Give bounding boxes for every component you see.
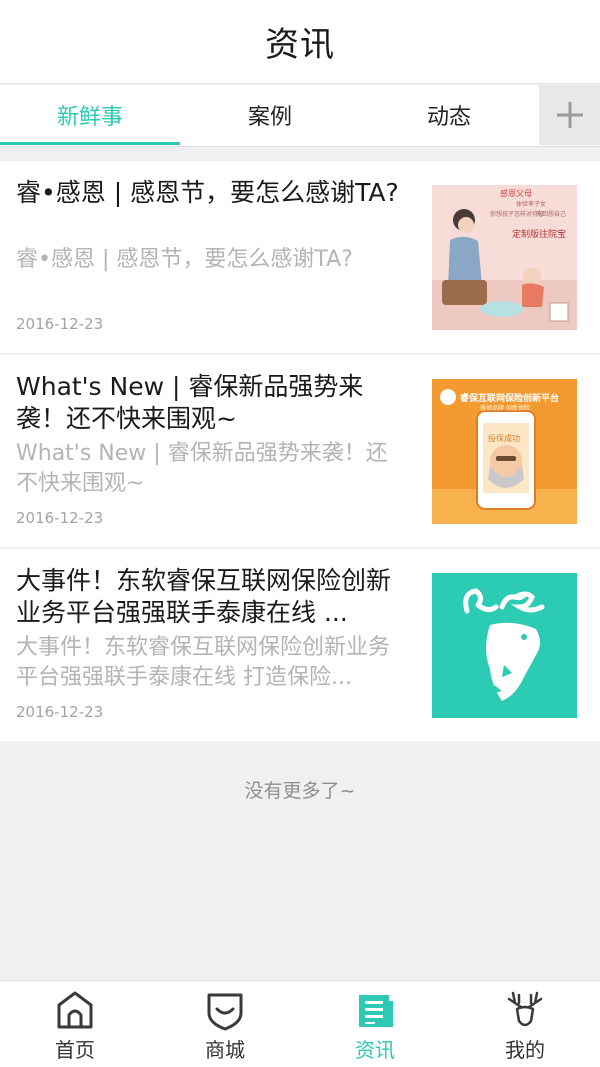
news-thumbnail <box>432 573 577 718</box>
page-header: 资讯 <box>0 0 600 84</box>
shield-icon <box>207 993 243 1031</box>
thumb-text-3: 投保成功 <box>488 434 520 443</box>
tab-updates[interactable]: 动态 <box>359 85 539 145</box>
news-item[interactable]: 大事件！东软睿保互联网保险创新业务平台强强联手泰康在线 ... 大事件！东软睿保… <box>0 549 600 741</box>
nav-mall[interactable]: 商城 <box>150 981 300 1067</box>
category-tabs: 新鲜事 案例 动态 <box>0 85 600 147</box>
home-icon <box>57 991 93 1029</box>
nav-mall-label: 商城 <box>205 1038 245 1062</box>
tab-news[interactable]: 新鲜事 <box>0 85 180 145</box>
news-date: 2016-12-23 <box>16 703 104 721</box>
no-more-text: 没有更多了~ <box>244 780 356 802</box>
news-icon <box>359 995 393 1027</box>
add-tab-button[interactable] <box>539 85 600 145</box>
nav-home[interactable]: 首页 <box>0 981 150 1067</box>
news-title: What's New | 睿保新品强势来袭！还不快来围观~ <box>16 372 364 433</box>
nav-mine[interactable]: 我的 <box>450 981 600 1067</box>
news-item[interactable]: 睿•感恩 | 感恩节，要怎么感谢TA? 睿•感恩 | 感恩节，要怎么感谢TA? … <box>0 161 600 353</box>
thumb-text-4: 先回想自己 <box>536 211 567 218</box>
page-title: 资讯 <box>265 25 335 65</box>
nav-news-label: 资讯 <box>355 1038 395 1062</box>
news-date: 2016-12-23 <box>16 509 104 527</box>
news-title: 大事件！东软睿保互联网保险创新业务平台强强联手泰康在线 ... <box>16 566 392 627</box>
thumb-text-1: 感恩父母 <box>500 189 532 198</box>
thumb-text-5: 定制版往院宝 <box>512 230 567 240</box>
bottom-nav: 首页 商城 资讯 我的 <box>0 980 600 1067</box>
news-thumbnail: 睿保互联网保险创新平台 睿保品牌 创新保险 投保成功 <box>432 379 577 524</box>
plus-icon <box>556 102 583 128</box>
news-summary: What's New | 睿保新品强势来袭！还不快来围观~ <box>16 441 388 496</box>
nav-news[interactable]: 资讯 <box>300 981 450 1067</box>
news-date: 2016-12-23 <box>16 315 104 333</box>
deer-icon <box>507 991 543 1027</box>
news-summary: 睿•感恩 | 感恩节，要怎么感谢TA? <box>16 247 353 272</box>
nav-home-label: 首页 <box>55 1038 95 1062</box>
news-title: 睿•感恩 | 感恩节，要怎么感谢TA? <box>16 178 399 207</box>
deer-logo-icon <box>432 573 577 718</box>
nav-mine-label: 我的 <box>505 1038 545 1062</box>
news-thumbnail: 感恩父母 体验孝子女 你想孩子怎样对待你 先回想自己 定制版往院宝 <box>432 185 577 330</box>
thumb-text-2: 体验孝子女 <box>516 201 547 208</box>
news-item[interactable]: What's New | 睿保新品强势来袭！还不快来围观~ What's New… <box>0 355 600 547</box>
active-tab-indicator <box>0 142 180 145</box>
thumb-text-2: 睿保品牌 创新保险 <box>480 405 530 412</box>
news-summary: 大事件！东软睿保互联网保险创新业务平台强强联手泰康在线 打造保险... <box>16 635 391 690</box>
tab-cases[interactable]: 案例 <box>180 85 360 145</box>
